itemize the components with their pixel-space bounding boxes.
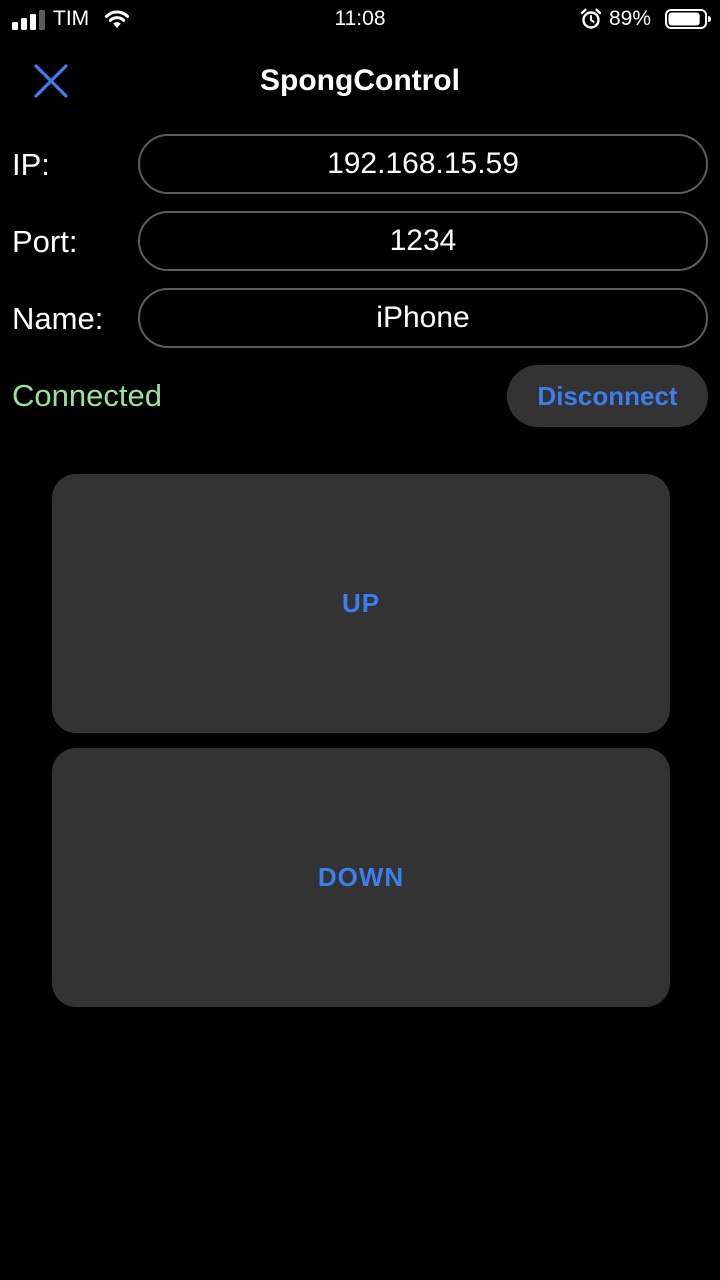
port-field[interactable] <box>138 211 708 271</box>
name-field[interactable] <box>138 288 708 348</box>
ip-field[interactable] <box>138 134 708 194</box>
up-button[interactable]: UP <box>52 474 670 733</box>
battery-icon <box>665 9 711 29</box>
connection-status: Connected <box>12 378 162 413</box>
page-title: SpongControl <box>260 64 460 97</box>
alarm-icon <box>580 8 602 29</box>
name-label: Name: <box>12 301 104 336</box>
port-label: Port: <box>12 224 78 259</box>
down-button[interactable]: DOWN <box>52 748 670 1007</box>
ip-label: IP: <box>12 147 50 182</box>
battery-percent: 89% <box>609 7 652 30</box>
status-bar: TIM 11:08 89% <box>0 0 720 40</box>
disconnect-button[interactable]: Disconnect <box>507 365 708 427</box>
